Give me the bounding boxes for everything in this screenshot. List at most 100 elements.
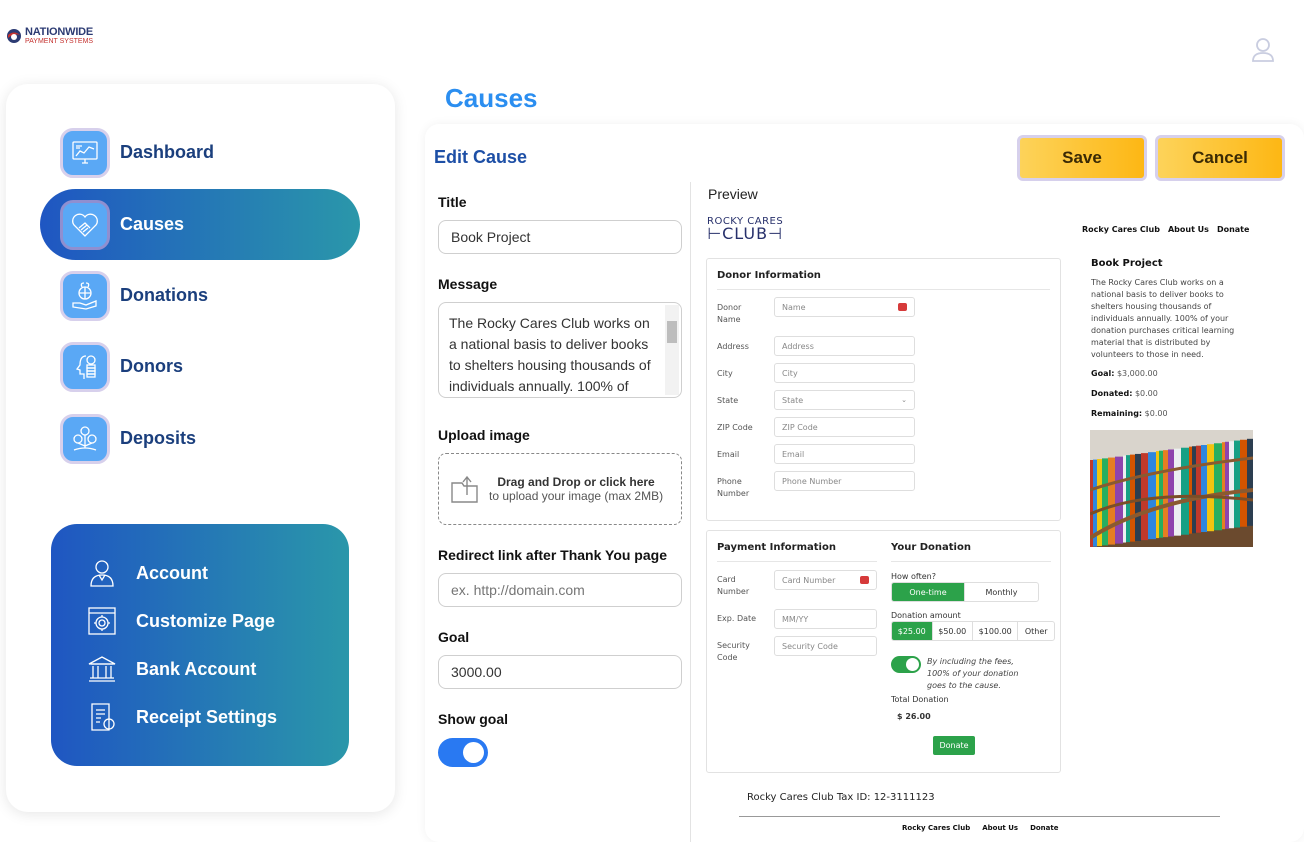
account-item-receipt-settings[interactable]: Receipt Settings <box>85 700 277 734</box>
upload-instruction: Drag and Drop or click here <box>497 475 655 489</box>
book-spine <box>1229 441 1234 529</box>
show-goal-toggle[interactable] <box>438 738 488 767</box>
sidebar-item-dashboard[interactable]: Dashboard <box>40 117 360 188</box>
footer-link-donate[interactable]: Donate <box>1030 824 1058 832</box>
donate-button[interactable]: Donate <box>933 736 975 755</box>
upload-hint: to upload your image (max 2MB) <box>489 489 664 503</box>
sidebar-item-donations[interactable]: Donations <box>40 260 360 331</box>
phone-input[interactable]: Phone Number <box>774 471 915 491</box>
cause-image-bookshelf <box>1090 430 1253 547</box>
preview-cause-description: The Rocky Cares Club works on a national… <box>1091 278 1235 359</box>
book-spine <box>1115 456 1123 544</box>
amount-option[interactable]: Other <box>1018 622 1054 640</box>
upload-icon <box>451 475 478 503</box>
include-fees-toggle[interactable] <box>891 656 921 673</box>
tax-id-text: Rocky Cares Club Tax ID: 12-3111123 <box>747 792 935 803</box>
amount-option[interactable]: $25.00 <box>892 622 933 640</box>
book-spine <box>1123 455 1126 543</box>
message-text: The Rocky Cares Club works on a national… <box>449 315 651 394</box>
brand-logo[interactable]: NATIONWIDE PAYMENT SYSTEMS <box>6 26 93 46</box>
preview-remaining: Remaining: $0.00 <box>1091 409 1168 418</box>
book-spine <box>1108 457 1115 545</box>
book-spine <box>1135 453 1141 541</box>
book-spine <box>1156 451 1159 539</box>
footer-link-about[interactable]: About Us <box>982 824 1018 832</box>
security-code-label: Security Code <box>717 641 750 662</box>
total-donation-value: $ 26.00 <box>897 712 931 721</box>
account-item-customize-page[interactable]: Customize Page <box>85 604 275 638</box>
city-input[interactable]: City <box>774 363 915 383</box>
textarea-scrollbar[interactable] <box>665 305 679 395</box>
donor-information-section: Donor Information Donor Name Name Addres… <box>706 258 1061 521</box>
exp-date-input[interactable]: MM/YY <box>774 609 877 629</box>
title-input[interactable]: Book Project <box>438 220 682 254</box>
preview-cause-title: Book Project <box>1091 258 1163 269</box>
zip-input[interactable]: ZIP Code <box>774 417 915 437</box>
account-settings-menu: Account Customize Page Bank Account Rece… <box>51 524 349 766</box>
nav-link-donate[interactable]: Donate <box>1217 225 1249 234</box>
sidebar-item-label: Causes <box>120 214 185 234</box>
book-spine <box>1181 447 1189 535</box>
total-donation-label: Total Donation <box>891 695 949 704</box>
account-item-label: Bank Account <box>136 658 257 679</box>
preview-label: Preview <box>708 186 758 202</box>
message-textarea[interactable]: The Rocky Cares Club works on a national… <box>438 302 682 398</box>
amount-option[interactable]: $50.00 <box>933 622 973 640</box>
preview-donated: Donated: $0.00 <box>1091 389 1158 398</box>
email-label: Email <box>717 450 740 459</box>
sidebar-item-donors[interactable]: Donors <box>40 331 360 402</box>
nav-link-home[interactable]: Rocky Cares Club <box>1082 225 1160 234</box>
textarea-scroll-thumb[interactable] <box>667 321 677 343</box>
frequency-option-one-time[interactable]: One-time <box>892 583 965 601</box>
book-spine <box>1234 440 1240 528</box>
sidebar-item-label: Dashboard <box>120 142 215 162</box>
book-spine <box>1201 445 1207 533</box>
card-number-input[interactable]: Card Number <box>774 570 877 590</box>
account-item-bank-account[interactable]: Bank Account <box>85 652 256 686</box>
frequency-option-monthly[interactable]: Monthly <box>965 583 1038 601</box>
book-spine <box>1126 455 1130 543</box>
autofill-icon <box>898 303 907 311</box>
brand-name: NATIONWIDE <box>25 25 94 38</box>
message-label: Message <box>438 276 498 292</box>
security-code-input[interactable]: Security Code <box>774 636 877 656</box>
zip-label: ZIP Code <box>717 423 753 432</box>
divider <box>717 289 1050 290</box>
image-upload-dropzone[interactable]: Drag and Drop or click here to upload yo… <box>438 453 682 525</box>
bank-icon <box>85 652 119 686</box>
chevron-down-icon: ⌄ <box>901 396 907 404</box>
book-spine <box>1189 446 1192 534</box>
account-item-account[interactable]: Account <box>85 556 208 590</box>
page-title: Causes <box>445 83 538 113</box>
fees-note: By including the fees, 100% of your dona… <box>927 657 1019 690</box>
footer-link-home[interactable]: Rocky Cares Club <box>902 824 970 832</box>
sidebar-item-causes[interactable]: Causes <box>40 189 360 260</box>
your-donation-heading: Your Donation <box>891 542 971 553</box>
amount-selector: $25.00 $50.00 $100.00 Other <box>891 621 1055 641</box>
donor-name-input[interactable]: Name <box>774 297 915 317</box>
person-icon <box>85 556 119 590</box>
state-select[interactable]: State ⌄ <box>774 390 915 410</box>
book-spine <box>1214 443 1222 531</box>
email-input[interactable]: Email <box>774 444 915 464</box>
money-plant-icon <box>60 413 110 464</box>
sidebar-item-label: Donors <box>120 356 183 376</box>
sidebar-item-deposits[interactable]: Deposits <box>40 403 360 474</box>
nav-link-about[interactable]: About Us <box>1168 225 1209 234</box>
cancel-button[interactable]: Cancel <box>1155 135 1285 181</box>
book-spine <box>1207 444 1214 532</box>
save-button[interactable]: Save <box>1017 135 1147 181</box>
frequency-label: How often? <box>891 572 936 581</box>
divider <box>891 561 1051 562</box>
goal-input[interactable]: 3000.00 <box>438 655 682 689</box>
brand-tagline: PAYMENT SYSTEMS <box>25 37 94 45</box>
user-icon[interactable] <box>1251 37 1275 63</box>
divider <box>717 561 877 562</box>
donor-name-label: Donor Name <box>717 303 742 324</box>
redirect-link-input[interactable] <box>438 573 682 607</box>
state-label: State <box>717 396 739 405</box>
book-spine <box>1148 452 1156 540</box>
amount-option[interactable]: $100.00 <box>973 622 1019 640</box>
address-input[interactable]: Address <box>774 336 915 356</box>
sidebar-item-label: Deposits <box>120 428 197 448</box>
